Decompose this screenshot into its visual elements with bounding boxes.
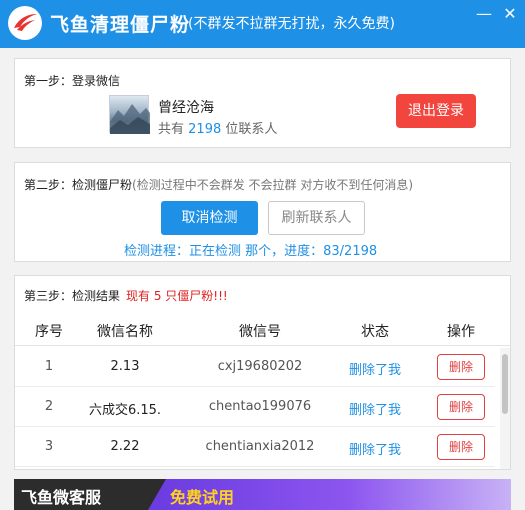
login-panel: 第一步：登录微信 曾经沧海 共有 2198 位联系人 退出登录	[14, 58, 511, 148]
cancel-detect-button[interactable]: 取消检测	[161, 201, 258, 235]
logout-button[interactable]: 退出登录	[396, 94, 476, 128]
title-bar: 飞鱼清理僵尸粉 (不群发不拉群无打扰，永久免费) — ✕	[0, 0, 525, 48]
free-trial-text: 免费试用	[170, 488, 235, 507]
table-row: 3 2.22 chentianxia2012 删除了我 删除	[15, 427, 495, 467]
avatar	[109, 95, 150, 134]
step1-title: 第一步：登录微信	[24, 74, 121, 88]
col-header-no: 序号	[35, 324, 63, 340]
row-no: 2	[44, 399, 54, 414]
row-wxid: chentao199076	[208, 399, 312, 414]
step3-title: 第三步：检测结果 现有 5 只僵尸粉!!!	[24, 289, 228, 303]
table-row: 2 六成交6.15. chentao199076 删除了我 删除	[15, 387, 495, 427]
progress-text: 检测进程：正在检测 那个，进度：83/2198	[124, 244, 378, 259]
row-status-link[interactable]: 删除了我	[340, 359, 410, 378]
app-title: 飞鱼清理僵尸粉	[50, 14, 191, 36]
row-name: 六成交6.15.	[88, 403, 162, 418]
col-header-wxid: 微信号	[239, 324, 281, 340]
contacts-count-text: 共有 2198 位联系人	[158, 122, 278, 137]
row-status-link[interactable]: 删除了我	[340, 439, 410, 458]
delete-button[interactable]: 删除	[437, 354, 485, 380]
result-panel: 第三步：检测结果 现有 5 只僵尸粉!!! 序号 微信名称 微信号 状态 操作 1…	[14, 275, 511, 470]
delete-button[interactable]: 删除	[437, 394, 485, 420]
col-header-status: 状态	[361, 324, 389, 340]
scroll-thumb[interactable]	[502, 354, 508, 414]
close-button[interactable]: ✕	[498, 2, 522, 26]
row-no: 3	[44, 439, 54, 454]
table-scrollbar[interactable]	[500, 348, 510, 469]
table-header: 序号 微信名称 微信号 状态 操作	[15, 313, 510, 346]
table-row: 1 2.13 cxj19680202 删除了我 删除	[15, 347, 495, 387]
step2-note: (检测过程中不会群发 不会拉群 对方收不到任何消息)	[132, 178, 414, 192]
delete-button[interactable]: 删除	[437, 434, 485, 460]
row-name: 2.13	[110, 359, 140, 374]
row-wxid: cxj19680202	[217, 359, 303, 374]
row-wxid: chentianxia2012	[205, 439, 315, 454]
refresh-contacts-button[interactable]: 刷新联系人	[268, 201, 365, 235]
row-status-link[interactable]: 删除了我	[340, 399, 410, 418]
result-count-text: 现有 5 只僵尸粉!!!	[126, 289, 228, 303]
row-name: 2.22	[110, 439, 140, 454]
banner-product-name: 飞鱼微客服	[21, 488, 102, 507]
banner-promo-area[interactable]: 免费试用	[148, 479, 511, 510]
col-header-action: 操作	[447, 324, 475, 340]
col-header-name: 微信名称	[97, 324, 153, 340]
row-no: 1	[44, 359, 54, 374]
detect-panel: 第二步：检测僵尸粉(检测过程中不会群发 不会拉群 对方收不到任何消息) 取消检测…	[14, 162, 511, 262]
step2-title: 第二步：检测僵尸粉(检测过程中不会群发 不会拉群 对方收不到任何消息)	[24, 178, 414, 192]
app-logo-icon	[8, 6, 42, 40]
app-subtitle: (不群发不拉群无打扰，永久免费)	[188, 16, 395, 32]
wechat-nickname: 曾经沧海	[158, 100, 214, 116]
contacts-count: 2198	[188, 122, 222, 137]
promo-banner[interactable]: 飞鱼微客服 免费试用	[14, 479, 511, 510]
minimize-button[interactable]: —	[472, 2, 496, 26]
